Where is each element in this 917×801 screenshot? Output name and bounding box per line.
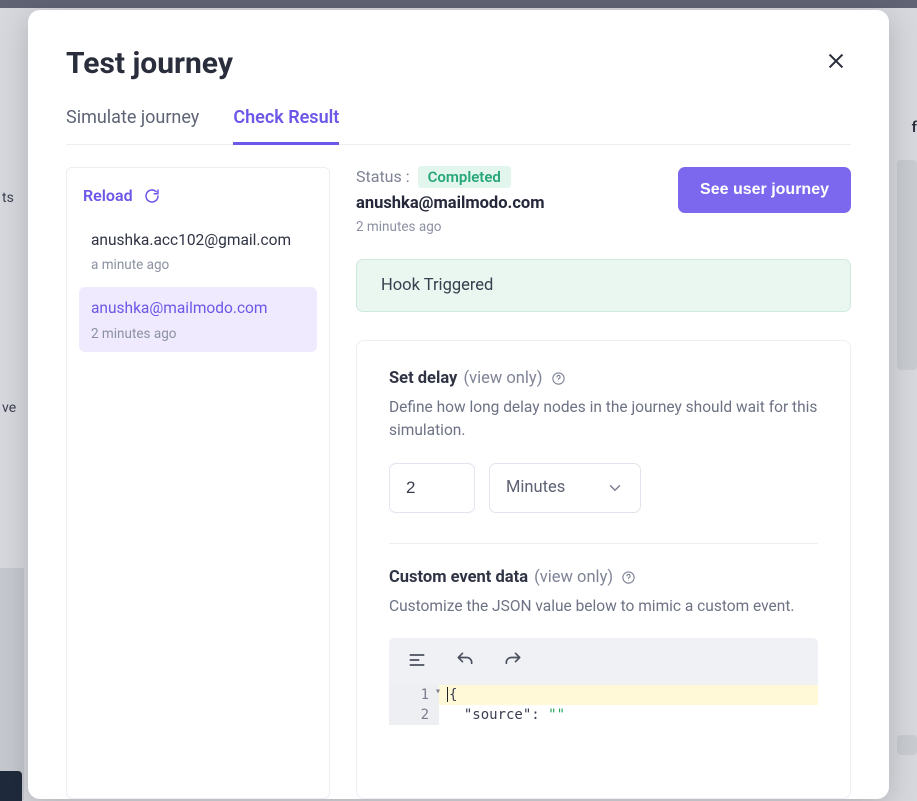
status-time: 2 minutes ago bbox=[356, 219, 545, 235]
redo-button[interactable] bbox=[499, 646, 527, 677]
status-label: Status : bbox=[356, 167, 410, 186]
bg-scrollbar-bottom bbox=[897, 735, 917, 755]
custom-event-desc: Customize the JSON value below to mimic … bbox=[389, 595, 818, 618]
format-icon bbox=[407, 650, 427, 670]
delay-unit-label: Minutes bbox=[506, 478, 565, 497]
status-badge: Completed bbox=[418, 166, 511, 188]
editor-lines: { "source": "" bbox=[439, 685, 818, 725]
list-item-time: 2 minutes ago bbox=[91, 326, 305, 342]
reload-button[interactable]: Reload bbox=[79, 186, 317, 215]
delay-unit-select[interactable]: Minutes bbox=[489, 463, 641, 513]
bg-scrollbar bbox=[897, 160, 917, 370]
reload-icon bbox=[143, 187, 161, 205]
result-main: Status : Completed anushka@mailmodo.com … bbox=[356, 167, 851, 799]
format-button[interactable] bbox=[403, 646, 431, 677]
code-token: { bbox=[449, 687, 457, 703]
json-editor-toolbar bbox=[389, 638, 818, 685]
list-item-email: anushka.acc102@gmail.com bbox=[91, 229, 305, 251]
list-item-time: a minute ago bbox=[91, 257, 305, 273]
line-number: 2 bbox=[389, 705, 439, 725]
code-token: "source" bbox=[464, 707, 531, 723]
set-delay-title: Set delay bbox=[389, 369, 457, 388]
config-panel: Set delay (view only) Define how long de… bbox=[356, 340, 851, 799]
bg-text-f: f bbox=[912, 118, 917, 136]
modal-title: Test journey bbox=[66, 46, 233, 81]
test-journey-modal: Test journey Simulate journey Check Resu… bbox=[28, 10, 889, 799]
set-delay-desc: Define how long delay nodes in the journ… bbox=[389, 396, 818, 443]
list-item-email: anushka@mailmodo.com bbox=[91, 297, 305, 319]
close-icon bbox=[825, 50, 847, 72]
delay-value-input[interactable] bbox=[389, 463, 475, 513]
redo-icon bbox=[503, 650, 523, 670]
undo-button[interactable] bbox=[451, 646, 479, 677]
editor-gutter: 1 2 bbox=[389, 685, 439, 725]
tab-simulate-journey[interactable]: Simulate journey bbox=[66, 107, 199, 144]
custom-event-title: Custom event data bbox=[389, 568, 528, 587]
see-user-journey-button[interactable]: See user journey bbox=[678, 167, 851, 213]
line-number: 1 bbox=[389, 685, 439, 705]
tabs: Simulate journey Check Result bbox=[66, 107, 851, 145]
close-button[interactable] bbox=[821, 46, 851, 79]
reload-label: Reload bbox=[83, 186, 133, 205]
result-sidebar: Reload anushka.acc102@gmail.com a minute… bbox=[66, 167, 330, 799]
help-icon[interactable] bbox=[621, 570, 636, 585]
list-item[interactable]: anushka@mailmodo.com 2 minutes ago bbox=[79, 287, 317, 351]
help-icon[interactable] bbox=[551, 371, 566, 386]
status-email: anushka@mailmodo.com bbox=[356, 194, 545, 213]
set-delay-viewonly: (view only) bbox=[463, 369, 542, 388]
tab-check-result[interactable]: Check Result bbox=[233, 107, 339, 145]
code-token: "" bbox=[548, 707, 565, 723]
bg-text-ts: ts bbox=[0, 190, 24, 212]
list-item[interactable]: anushka.acc102@gmail.com a minute ago bbox=[79, 219, 317, 283]
hook-triggered-banner: Hook Triggered bbox=[356, 259, 851, 312]
bg-text-ve: ve bbox=[0, 400, 24, 422]
custom-event-viewonly: (view only) bbox=[534, 568, 613, 587]
chevron-down-icon bbox=[606, 479, 624, 497]
undo-icon bbox=[455, 650, 475, 670]
json-editor[interactable]: 1 2 { "source": "" bbox=[389, 685, 818, 725]
